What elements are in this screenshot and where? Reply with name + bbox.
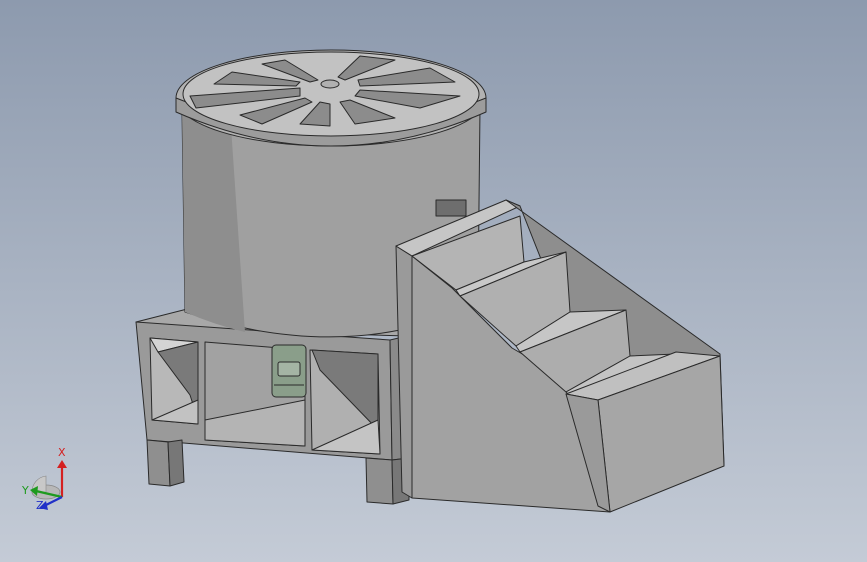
triad-x-arrowhead bbox=[57, 460, 67, 468]
leg-front-left-side bbox=[167, 439, 185, 487]
motor-coupling bbox=[277, 361, 301, 377]
3d-viewport[interactable]: X Y Z bbox=[0, 0, 867, 562]
triad-x-label: X bbox=[58, 446, 66, 459]
drum-inspection-window bbox=[435, 199, 467, 217]
leg-front-left bbox=[146, 439, 171, 487]
lid-hub bbox=[320, 79, 340, 89]
orientation-triad: X Y Z bbox=[21, 446, 67, 512]
motor-assembly bbox=[271, 344, 307, 398]
triad-z-label: Z bbox=[36, 499, 44, 512]
leg-front-right bbox=[365, 457, 394, 505]
triad-y-label: Y bbox=[21, 484, 29, 497]
cad-model-view[interactable]: X Y Z bbox=[0, 0, 867, 562]
stepped-hopper bbox=[395, 199, 725, 513]
